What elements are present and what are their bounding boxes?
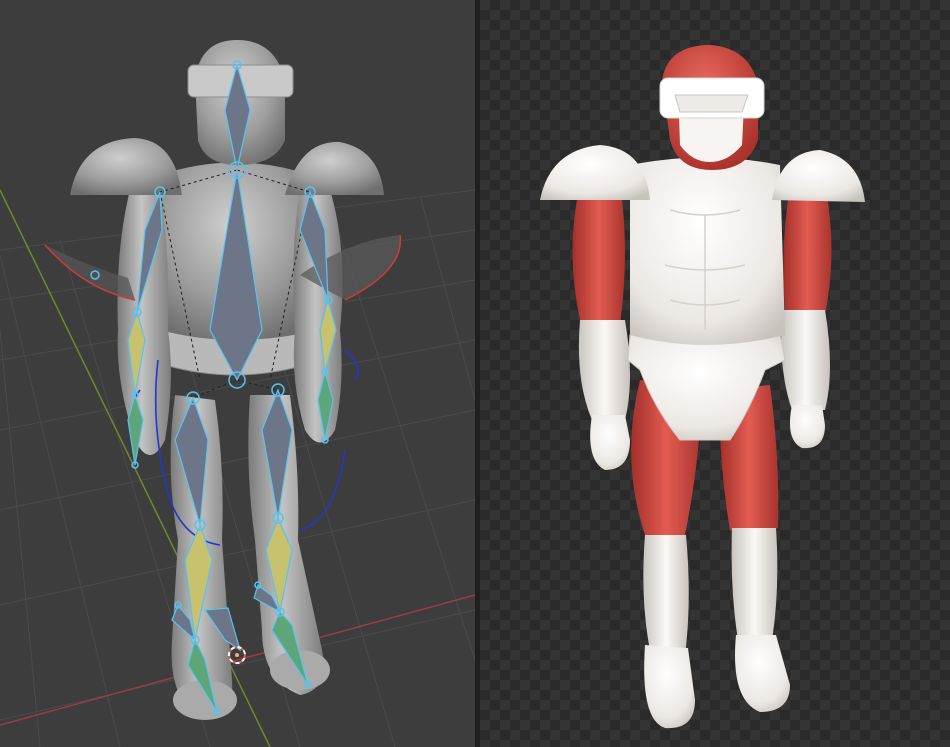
render-canvas	[480, 0, 950, 747]
viewport-canvas[interactable]	[0, 0, 475, 747]
rendered-preview-viewport[interactable]	[480, 0, 950, 747]
x-axis-line	[0, 594, 475, 726]
armature-edit-viewport[interactable]	[0, 0, 475, 747]
blender-workspace	[0, 0, 950, 747]
